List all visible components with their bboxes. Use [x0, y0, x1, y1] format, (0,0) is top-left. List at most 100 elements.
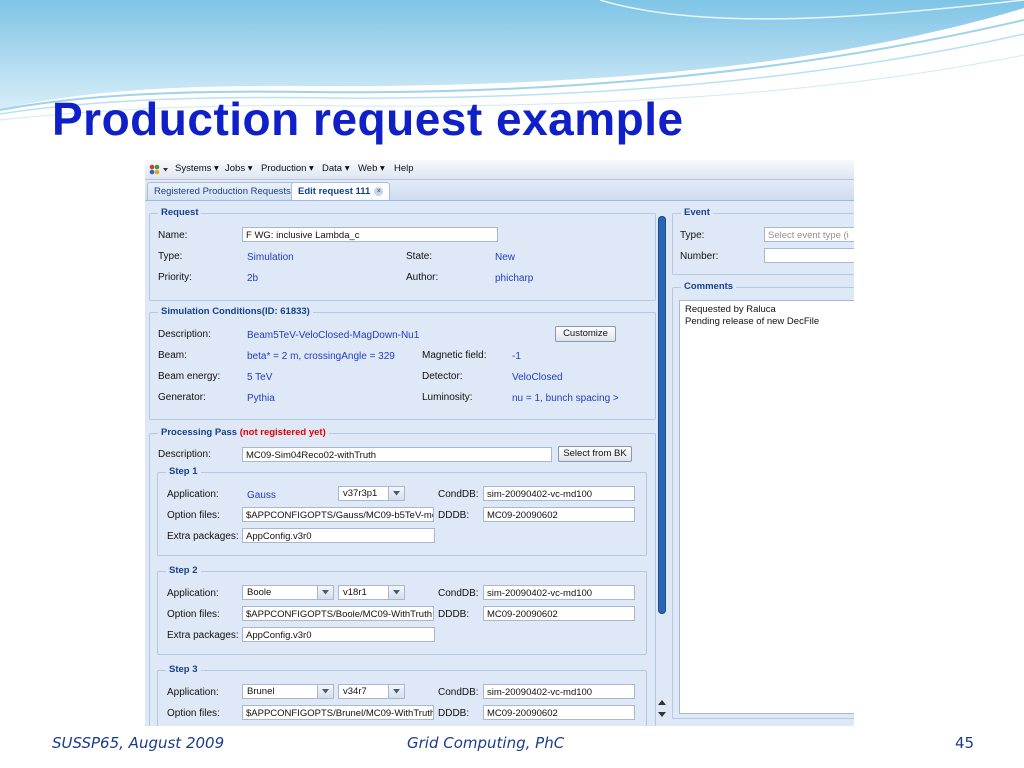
author-label: Author: [406, 272, 439, 283]
step-1-dddb-input[interactable]: MC09-20090602 [483, 507, 635, 522]
step-3-legend: Step 3 [166, 664, 201, 675]
beam-value: beta* = 2 m, crossingAngle = 329 [247, 351, 395, 362]
chevron-down-icon[interactable] [317, 685, 333, 698]
processing-description-input[interactable]: MC09-Sim04Reco02-withTruth [242, 447, 552, 462]
scroll-up-icon[interactable] [658, 699, 666, 707]
step-2-application-value: Boole [247, 587, 272, 598]
step-2-application-select[interactable]: Boole [242, 585, 334, 600]
step-1-extra-packages-label: Extra packages: [167, 531, 239, 542]
sim-description-value: Beam5TeV-VeloClosed-MagDown-Nu1 [247, 330, 420, 341]
detector-value: VeloClosed [512, 372, 563, 383]
step-2-extra-packages-label: Extra packages: [167, 630, 239, 641]
step-1-conddb-input[interactable]: sim-20090402-vc-md100 [483, 486, 635, 501]
author-value: phicharp [495, 273, 534, 284]
step-1-version-value: v37r3p1 [343, 488, 378, 499]
event-number-label: Number: [680, 251, 719, 262]
step-3-application-select[interactable]: Brunel [242, 684, 334, 699]
event-type-input[interactable]: Select event type (i [764, 227, 854, 242]
event-type-label: Type: [680, 230, 705, 241]
comments-legend: Comments [681, 281, 737, 292]
generator-label: Generator: [158, 392, 206, 403]
step-1-version-select[interactable]: v37r3p1 [338, 486, 405, 501]
step-1-option-files-input[interactable]: $APPCONFIGOPTS/Gauss/MC09-b5TeV-md [242, 507, 434, 522]
step-3-option-files-label: Option files: [167, 708, 220, 719]
step-2-dddb-label: DDDB: [438, 609, 470, 620]
scroll-down-icon[interactable] [658, 710, 666, 718]
form-scrollbar[interactable] [656, 208, 668, 723]
menu-jobs[interactable]: Jobs ▾ [225, 163, 252, 174]
state-value: New [495, 252, 516, 263]
step-1-application-label: Application: [167, 489, 219, 500]
luminosity-label: Luminosity: [422, 392, 473, 403]
step-3-dddb-label: DDDB: [438, 708, 470, 719]
close-icon[interactable]: × [374, 186, 384, 196]
step-2-application-label: Application: [167, 588, 219, 599]
step-1-option-files-label: Option files: [167, 510, 220, 521]
chevron-down-icon[interactable] [388, 487, 404, 500]
tab-registered-requests[interactable]: Registered Production Requests [147, 182, 298, 200]
step-3-version-value: v34r7 [343, 686, 367, 697]
step-1-legend: Step 1 [166, 466, 201, 477]
step-2-conddb-input[interactable]: sim-20090402-vc-md100 [483, 585, 635, 600]
event-fieldset: Event [672, 207, 854, 275]
step-2-version-select[interactable]: v18r1 [338, 585, 405, 600]
priority-label: Priority: [158, 272, 192, 283]
tab-edit-request[interactable]: Edit request 111 × [291, 182, 391, 200]
step-1-extra-packages-input[interactable]: AppConfig.v3r0 [242, 528, 435, 543]
step-3-conddb-label: CondDB: [438, 687, 479, 698]
menu-systems[interactable]: Systems ▾ [175, 163, 219, 174]
slide-title: Production request example [52, 93, 684, 145]
scrollbar-thumb[interactable] [658, 216, 666, 614]
chevron-down-icon[interactable] [317, 586, 333, 599]
step-3-application-value: Brunel [247, 686, 275, 697]
magnetic-field-label: Magnetic field: [422, 350, 487, 361]
menu-bar: Systems ▾ Jobs ▾ Production ▾ Data ▾ Web… [145, 160, 854, 180]
simulation-legend: Simulation Conditions(ID: 61833) [158, 306, 313, 317]
menu-web[interactable]: Web ▾ [358, 163, 385, 174]
state-label: State: [406, 251, 433, 262]
customize-button[interactable]: Customize [555, 326, 616, 342]
step-1-conddb-label: CondDB: [438, 489, 479, 500]
priority-value: 2b [247, 273, 259, 284]
step-2-version-value: v18r1 [343, 587, 367, 598]
menu-production[interactable]: Production ▾ [261, 163, 314, 174]
processing-status-warning: (not registered yet) [239, 427, 326, 438]
beam-label: Beam: [158, 350, 187, 361]
step-2-option-files-label: Option files: [167, 609, 220, 620]
step-3-application-label: Application: [167, 687, 219, 698]
step-2-dddb-input[interactable]: MC09-20090602 [483, 606, 635, 621]
production-request-app: Systems ▾ Jobs ▾ Production ▾ Data ▾ Web… [145, 160, 854, 726]
step-3-dddb-input[interactable]: MC09-20090602 [483, 705, 635, 720]
luminosity-value: nu = 1, bunch spacing > [512, 393, 619, 404]
chevron-down-icon[interactable] [388, 586, 404, 599]
step-3-conddb-input[interactable]: sim-20090402-vc-md100 [483, 684, 635, 699]
comment-line: Pending release of new DecFile [685, 316, 820, 327]
menu-data[interactable]: Data ▾ [322, 163, 349, 174]
comments-textarea[interactable]: Requested by Raluca Pending release of n… [679, 300, 854, 714]
step-3-option-files-input[interactable]: $APPCONFIGOPTS/Brunel/MC09-WithTruth [242, 705, 434, 720]
step-3-version-select[interactable]: v34r7 [338, 684, 405, 699]
app-logo-icon[interactable] [148, 163, 170, 176]
tab-registered-label: Registered Production Requests [154, 186, 291, 197]
request-legend: Request [158, 207, 202, 218]
detector-label: Detector: [422, 371, 463, 382]
generator-value: Pythia [247, 393, 275, 404]
step-2-legend: Step 2 [166, 565, 201, 576]
comment-line: Requested by Raluca [685, 304, 776, 315]
select-from-bk-button[interactable]: Select from BK [558, 446, 632, 462]
processing-description-label: Description: [158, 449, 211, 460]
step-2-conddb-label: CondDB: [438, 588, 479, 599]
name-input[interactable]: F WG: inclusive Lambda_c [242, 227, 498, 242]
type-label: Type: [158, 251, 183, 262]
step-2-extra-packages-input[interactable]: AppConfig.v3r0 [242, 627, 435, 642]
event-number-input[interactable] [764, 248, 854, 263]
beam-energy-value: 5 TeV [247, 372, 273, 383]
event-legend: Event [681, 207, 713, 218]
chevron-down-icon[interactable] [388, 685, 404, 698]
menu-help[interactable]: Help [394, 163, 414, 174]
step-1-application-value: Gauss [247, 490, 276, 501]
processing-legend-title: Processing Pass [161, 427, 238, 438]
page-number: 45 [955, 734, 975, 752]
step-2-option-files-input[interactable]: $APPCONFIGOPTS/Boole/MC09-WithTruth [242, 606, 434, 621]
tab-edit-label: Edit request 111 [298, 186, 371, 197]
